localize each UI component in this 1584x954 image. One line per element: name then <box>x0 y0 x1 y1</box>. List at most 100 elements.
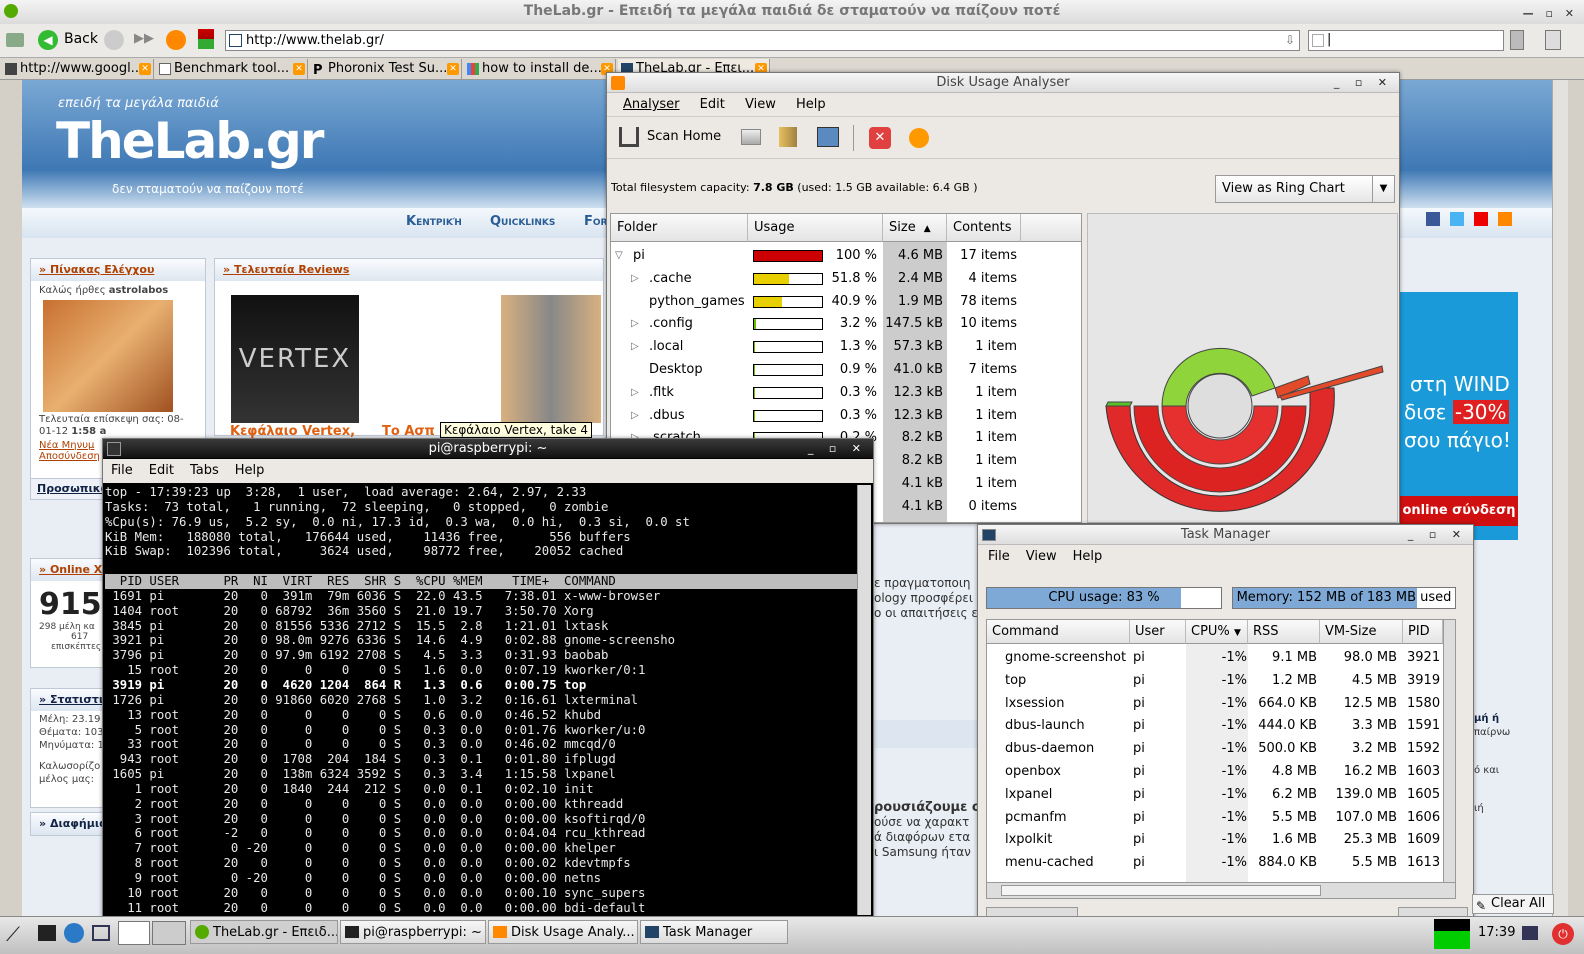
tm-titlebar[interactable]: Task Manager _ ▫ ✕ <box>978 525 1473 545</box>
browser-window-controls[interactable]: — ▫ ✕ <box>1523 3 1578 25</box>
ring-outer-green[interactable] <box>1105 401 1133 407</box>
scan-remote-icon[interactable] <box>817 127 839 147</box>
col-cpu[interactable]: CPU% ▼ <box>1186 620 1248 644</box>
site-logo[interactable]: TheLab.gr <box>56 112 324 170</box>
twitter-icon[interactable] <box>1450 212 1464 226</box>
col-pid[interactable]: PID <box>1403 620 1443 644</box>
col-contents[interactable]: Contents <box>947 214 1021 242</box>
process-row[interactable]: openbox pi -1% 4.8 MB 16.2 MB 1603 <box>987 760 1449 783</box>
disk-window-controls[interactable]: _ ▫ ✕ <box>1334 73 1393 93</box>
back-arrow-icon[interactable]: ◀ <box>38 30 58 50</box>
menu-file[interactable]: File <box>111 463 133 478</box>
expander-closed-icon[interactable]: ▷ <box>631 381 639 404</box>
menu-tabs[interactable]: Tabs <box>190 463 219 478</box>
ring-chart[interactable] <box>1087 213 1398 523</box>
clear-all-button[interactable]: ✎ Clear All <box>1472 894 1554 914</box>
menu-help[interactable]: Help <box>1073 549 1103 564</box>
start-menu-icon[interactable]: ⟋ <box>6 922 32 946</box>
taskbar-item-browser[interactable]: TheLab.gr - Επειδ... <box>190 920 338 944</box>
search-input[interactable]: | <box>1308 30 1504 51</box>
refresh-icon[interactable] <box>909 128 929 148</box>
menu-icon[interactable] <box>1545 30 1561 50</box>
nav-forum[interactable]: For <box>584 214 607 229</box>
process-row[interactable]: gnome-screenshot pi -1% 9.1 MB 98.0 MB 3921 <box>987 646 1449 669</box>
menu-view[interactable]: View <box>745 97 776 112</box>
ring-chart-svg[interactable] <box>1088 214 1399 524</box>
stop-icon[interactable]: ✕ <box>869 127 891 149</box>
scan-folder-icon[interactable] <box>779 127 797 147</box>
reviews-title[interactable]: » Τελευταία Reviews <box>215 259 603 281</box>
terminal-launcher-icon[interactable] <box>38 925 56 941</box>
forward-arrow-icon[interactable] <box>104 30 124 50</box>
process-row[interactable]: lxsession pi -1% 664.0 KB 12.5 MB 1580 <box>987 692 1449 715</box>
col-rss[interactable]: RSS <box>1248 620 1320 644</box>
expander-open-icon[interactable]: ▽ <box>615 244 623 267</box>
home-icon[interactable] <box>166 30 186 50</box>
taskbar-item-taskmanager[interactable]: Task Manager <box>640 920 788 944</box>
col-vmsize[interactable]: VM-Size <box>1320 620 1403 644</box>
menu-edit[interactable]: Edit <box>149 463 174 478</box>
folder-row[interactable]: python_games 40.9 % 1.9 MB 78 items <box>611 290 1081 313</box>
tm-window-controls[interactable]: _ ▫ ✕ <box>1408 525 1467 545</box>
folder-row[interactable]: ▷ .cache 51.8 % 2.4 MB 4 items <box>611 267 1081 290</box>
tab-close-icon[interactable]: ✕ <box>139 63 151 75</box>
review-thumbnail-vertex[interactable]: VERTEX <box>231 295 359 423</box>
windows-icon[interactable] <box>92 925 110 941</box>
menu-help[interactable]: Help <box>235 463 265 478</box>
expander-closed-icon[interactable]: ▷ <box>631 404 639 427</box>
browser-scrollbar[interactable] <box>1552 80 1568 916</box>
folder-row[interactable]: ▷ .dbus 0.3 % 12.3 kB 1 item <box>611 404 1081 427</box>
bookmark-icon[interactable] <box>6 33 24 47</box>
col-usage[interactable]: Usage <box>748 214 883 242</box>
youtube-icon[interactable] <box>1474 212 1488 226</box>
process-vscrollbar[interactable] <box>1443 620 1455 882</box>
nav-home[interactable]: Κεντρική <box>406 214 462 229</box>
terminal-output[interactable]: top - 17:39:23 up 3:28, 1 user, load ave… <box>105 485 857 915</box>
browser-tab[interactable]: Benchmark tool... ✕ <box>156 59 308 79</box>
folder-row[interactable]: ▷ .local 1.3 % 57.3 kB 1 item <box>611 335 1081 358</box>
tab-close-icon[interactable]: ✕ <box>293 63 305 75</box>
expander-closed-icon[interactable]: ▷ <box>631 335 639 358</box>
url-dropdown-icon[interactable]: ⇩ <box>1285 31 1295 50</box>
rss-icon[interactable] <box>1498 212 1512 226</box>
article-title[interactable]: ρουσιάζουμε ο <box>874 800 981 815</box>
browser-tab[interactable]: P Phoronix Test Su... ✕ <box>310 59 462 79</box>
ad-banner[interactable]: στη WIND δισε -30% σου πάγιο! online σύν… <box>1400 292 1518 540</box>
process-row[interactable]: top pi -1% 1.2 MB 4.5 MB 3919 <box>987 669 1449 692</box>
search-engine-icon[interactable] <box>1312 34 1324 47</box>
disk-titlebar[interactable]: Disk Usage Analyser _ ▫ ✕ <box>607 73 1399 93</box>
taskbar-item-disk[interactable]: Disk Usage Analy... <box>488 920 638 944</box>
process-row[interactable]: lxpolkit pi -1% 1.6 MB 25.3 MB 1609 <box>987 828 1449 851</box>
scan-filesystem-icon[interactable] <box>741 129 761 145</box>
expander-closed-icon[interactable]: ▷ <box>631 312 639 335</box>
username[interactable]: astrolabos <box>109 285 168 296</box>
menu-help[interactable]: Help <box>796 97 826 112</box>
scan-home-button[interactable]: Scan Home <box>647 129 721 144</box>
facebook-icon[interactable] <box>1426 212 1440 226</box>
view-mode-select[interactable]: View as Ring Chart ▼ <box>1215 175 1395 203</box>
desktop-pager-icon[interactable] <box>152 921 186 945</box>
power-icon[interactable]: ⏻ <box>1552 923 1574 945</box>
review-title-2[interactable]: Το Ασπ <box>382 424 435 439</box>
menu-analyser[interactable]: Analyser <box>623 97 680 112</box>
review-thumbnail-cooler[interactable] <box>501 295 601 423</box>
col-command[interactable]: Command <box>987 620 1130 644</box>
folder-row[interactable]: ▷ .config 3.2 % 147.5 kB 10 items <box>611 312 1081 335</box>
terminal-titlebar[interactable]: pi@raspberrypi: ~ _ ▫ ✕ <box>103 439 873 459</box>
url-input[interactable]: http://www.thelab.gr/ ⇩ <box>225 30 1300 51</box>
folder-row[interactable]: Desktop 0.9 % 41.0 kB 7 items <box>611 358 1081 381</box>
nav-quicklinks[interactable]: Quicklinks <box>490 214 555 229</box>
menu-edit[interactable]: Edit <box>700 97 725 112</box>
tab-close-icon[interactable]: ✕ <box>447 63 459 75</box>
screen-lock-icon[interactable] <box>1522 926 1538 940</box>
fast-forward-icon[interactable]: ▶▶ <box>134 31 154 46</box>
process-row[interactable]: dbus-launch pi -1% 444.0 KB 3.3 MB 1591 <box>987 714 1449 737</box>
col-size[interactable]: Size ▲ <box>883 214 947 242</box>
process-row[interactable]: dbus-daemon pi -1% 500.0 KB 3.2 MB 1592 <box>987 737 1449 760</box>
review-title-1[interactable]: Κεφάλαιο Vertex, <box>230 424 355 439</box>
folder-row[interactable]: ▽ pi 100 % 4.6 MB 17 items <box>611 244 1081 267</box>
expander-closed-icon[interactable]: ▷ <box>631 267 639 290</box>
terminal-scrollbar[interactable] <box>857 485 871 915</box>
process-row[interactable]: menu-cached pi -1% 884.0 KB 5.5 MB 1613 <box>987 851 1449 874</box>
process-row[interactable]: pcmanfm pi -1% 5.5 MB 107.0 MB 1606 <box>987 806 1449 829</box>
